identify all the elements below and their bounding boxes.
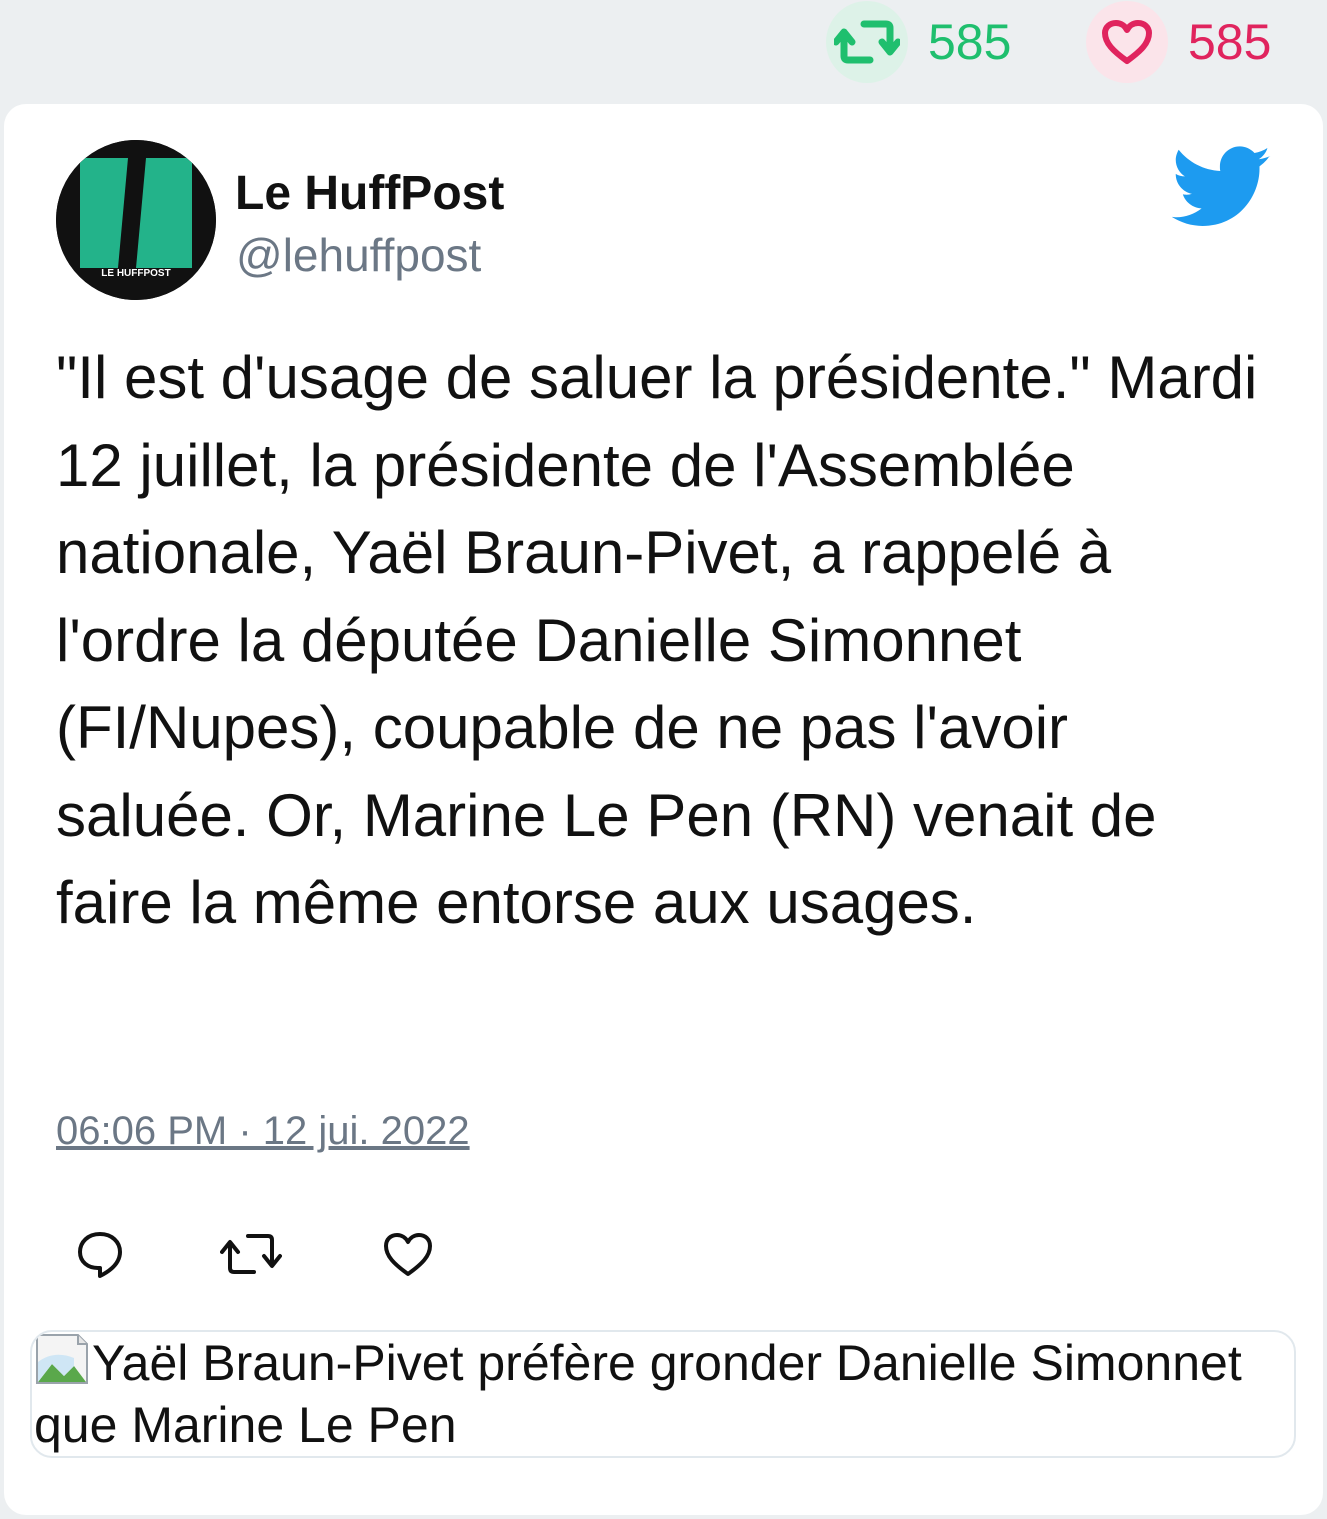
engagement-bar: 585 585 — [0, 0, 1327, 100]
avatar[interactable]: LE HUFFPOST — [56, 140, 216, 300]
like-count: 585 — [1188, 14, 1272, 70]
svg-text:LE HUFFPOST: LE HUFFPOST — [101, 268, 170, 279]
link-preview-alt-text: Yaël Braun-Pivet préfère gronder Daniell… — [34, 1335, 1242, 1453]
like-stat[interactable]: 585 — [1086, 0, 1271, 84]
retweet-stat[interactable]: 585 — [826, 0, 1011, 84]
tweet-timestamp[interactable]: 06:06 PM · 12 jui. 2022 — [56, 1109, 470, 1154]
link-preview-content: Yaël Braun-Pivet préfère gronder Daniell… — [34, 1332, 1274, 1456]
author-handle[interactable]: @lehuffpost — [236, 228, 481, 282]
author-name[interactable]: Le HuffPost — [235, 166, 504, 221]
like-icon[interactable] — [380, 1226, 436, 1282]
retweet-icon — [834, 20, 900, 64]
link-preview-card[interactable]: Yaël Braun-Pivet préfère gronder Daniell… — [30, 1330, 1296, 1458]
tweet-text: "Il est d'usage de saluer la présidente.… — [56, 344, 1258, 936]
retweet-count: 585 — [928, 14, 1012, 70]
heart-icon — [1102, 20, 1152, 64]
like-stat-circle[interactable] — [1086, 1, 1168, 83]
twitter-bird-icon[interactable] — [1172, 146, 1272, 228]
reply-icon[interactable] — [72, 1226, 128, 1282]
broken-image-icon — [36, 1334, 88, 1384]
huffpost-logo: LE HUFFPOST — [56, 140, 216, 300]
retweet-icon[interactable] — [220, 1226, 282, 1282]
retweet-stat-circle[interactable] — [826, 1, 908, 83]
tweet-card: LE HUFFPOST Le HuffPost @lehuffpost "Il … — [4, 104, 1323, 1515]
